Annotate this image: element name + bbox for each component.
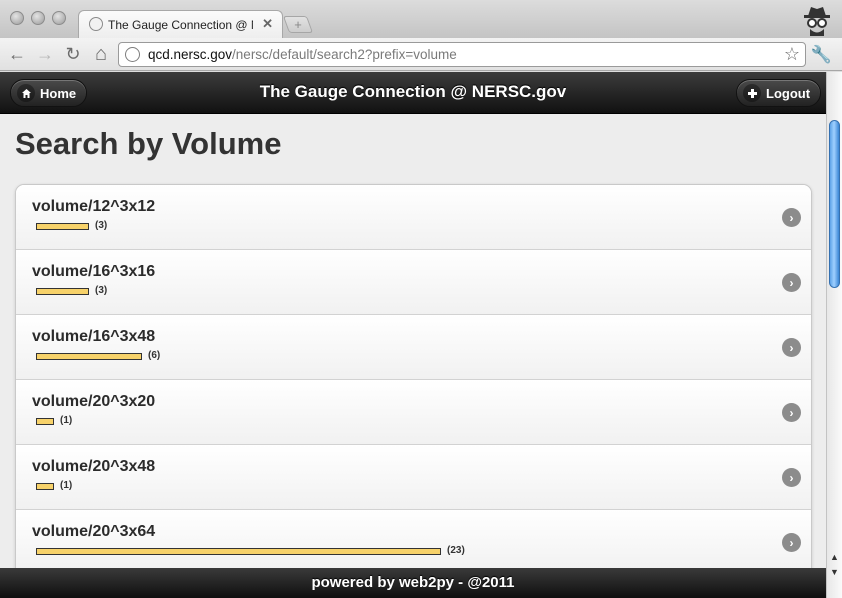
page-title: Search by Volume xyxy=(15,126,282,161)
app-header: Home The Gauge Connection @ NERSC.gov Lo… xyxy=(0,72,826,114)
list-item[interactable]: volume/16^3x16 (3) › xyxy=(16,250,811,315)
wrench-icon[interactable]: 🔧 xyxy=(811,45,832,65)
count-label: (3) xyxy=(95,220,108,231)
count-bar xyxy=(36,288,89,295)
new-tab-button[interactable]: + xyxy=(282,16,314,33)
back-button[interactable]: ← xyxy=(7,44,27,64)
count-bar xyxy=(36,353,142,360)
incognito-icon xyxy=(804,7,830,36)
list-item[interactable]: volume/20^3x64 (23) › xyxy=(16,510,811,568)
url-path: /nersc/default/search2?prefix=volume xyxy=(232,47,457,62)
address-bar[interactable]: qcd.nersc.gov/nersc/default/search2?pref… xyxy=(118,42,806,67)
list-item-title: volume/20^3x20 xyxy=(32,393,156,410)
list-item-title: volume/20^3x64 xyxy=(32,523,156,540)
globe-icon xyxy=(125,47,140,62)
plus-icon xyxy=(743,84,761,102)
list-item-title: volume/12^3x12 xyxy=(32,198,156,215)
count-bar xyxy=(36,548,441,555)
window-close-button[interactable] xyxy=(10,11,24,25)
page-footer: powered by web2py - @2011 xyxy=(0,568,826,598)
count-label: (1) xyxy=(60,480,73,491)
app-title: The Gauge Connection @ NERSC.gov xyxy=(259,82,567,101)
chevron-right-icon: › xyxy=(782,273,801,292)
count-label: (23) xyxy=(447,545,465,556)
plus-icon: + xyxy=(294,17,302,32)
list-item-title: volume/16^3x16 xyxy=(32,263,156,280)
list-item[interactable]: volume/20^3x48 (1) › xyxy=(16,445,811,510)
browser-toolbar: ← → ↻ ⌂ qcd.nersc.gov/nersc/default/sear… xyxy=(0,38,842,71)
scroll-down-icon[interactable]: ▼ xyxy=(830,567,839,577)
list-item[interactable]: volume/12^3x12 (3) › xyxy=(16,185,811,250)
window-zoom-button[interactable] xyxy=(52,11,66,25)
tab-title: The Gauge Connection @ NERSC.gov xyxy=(108,18,253,32)
forward-button[interactable]: → xyxy=(35,44,55,64)
url-text: qcd.nersc.gov/nersc/default/search2?pref… xyxy=(148,47,457,62)
count-label: (3) xyxy=(95,285,108,296)
chevron-right-icon: › xyxy=(782,533,801,552)
bookmark-star-icon[interactable]: ☆ xyxy=(784,44,800,65)
count-bar xyxy=(36,223,89,230)
list-item-title: volume/16^3x48 xyxy=(32,328,156,345)
globe-icon xyxy=(89,17,103,31)
count-label: (1) xyxy=(60,415,73,426)
count-label: (6) xyxy=(148,350,161,361)
chevron-right-icon: › xyxy=(782,468,801,487)
logout-button-label: Logout xyxy=(766,85,811,101)
chevron-right-icon: › xyxy=(782,338,801,357)
list-item-title: volume/20^3x48 xyxy=(32,458,156,475)
tab-close-icon[interactable]: ✕ xyxy=(262,16,273,32)
reload-button[interactable]: ↻ xyxy=(63,44,83,64)
url-host: qcd.nersc.gov xyxy=(148,47,233,62)
home-button[interactable]: ⌂ xyxy=(91,43,111,65)
chevron-right-icon: › xyxy=(782,208,801,227)
scrollbar-thumb[interactable] xyxy=(829,120,840,288)
vertical-scrollbar[interactable]: ▲ ▼ xyxy=(826,72,842,598)
window-minimize-button[interactable] xyxy=(31,11,45,25)
count-bar xyxy=(36,483,54,490)
volume-list: volume/12^3x12 (3) › volume/16^3x16 (3) … xyxy=(15,184,812,568)
count-bar xyxy=(36,418,54,425)
browser-titlebar: The Gauge Connection @ NERSC.gov ✕ + xyxy=(0,0,842,38)
logout-button[interactable]: Logout xyxy=(736,79,822,107)
scroll-up-icon[interactable]: ▲ xyxy=(830,552,839,562)
browser-tab[interactable]: The Gauge Connection @ NERSC.gov ✕ xyxy=(78,10,283,38)
list-item[interactable]: volume/20^3x20 (1) › xyxy=(16,380,811,445)
chevron-right-icon: › xyxy=(782,403,801,422)
page-content: Search by Volume volume/12^3x12 (3) › vo… xyxy=(0,114,826,568)
list-item[interactable]: volume/16^3x48 (6) › xyxy=(16,315,811,380)
